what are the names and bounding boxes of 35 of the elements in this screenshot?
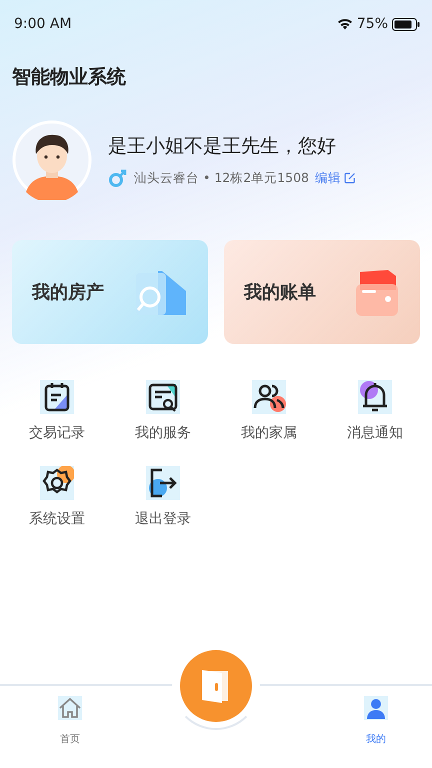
- gear-icon: [40, 466, 74, 500]
- card-button[interactable]: 我的账单: [224, 240, 420, 344]
- menu-label: 交易记录: [29, 424, 85, 442]
- address-text: 汕头云睿台 • 12栋2单元1508: [134, 170, 309, 186]
- battery-level: 75%: [356, 16, 388, 32]
- menu-label: 退出登录: [135, 510, 191, 528]
- status-time: 9:00 AM: [14, 16, 72, 32]
- card-title: 我的账单: [244, 281, 316, 304]
- battery-icon: [392, 18, 420, 30]
- greeting-text: 是王小姐不是王先生，您好: [108, 134, 337, 159]
- menu-item[interactable]: 系统设置: [4, 466, 110, 528]
- people-icon: [252, 380, 286, 414]
- menu-label: 我的家属: [241, 424, 297, 442]
- menu-item[interactable]: 我的服务: [110, 380, 216, 442]
- menu-item[interactable]: 我的家属: [216, 380, 322, 442]
- home-icon: [58, 696, 82, 720]
- menu-item[interactable]: 交易记录: [4, 380, 110, 442]
- bell-icon: [358, 380, 392, 414]
- menu-label: 消息通知: [347, 424, 403, 442]
- document-wrench-icon: [146, 380, 180, 414]
- menu-item[interactable]: 消息通知: [322, 380, 428, 442]
- app-title: 智能物业系统: [12, 65, 127, 90]
- male-icon: [108, 169, 128, 187]
- menu-label: 我的服务: [135, 424, 191, 442]
- edit-icon: [344, 172, 356, 184]
- calendar-icon: [40, 380, 74, 414]
- menu-item[interactable]: 退出登录: [110, 466, 216, 528]
- tab-item[interactable]: 我的: [364, 696, 388, 756]
- logout-icon: [146, 466, 180, 500]
- wifi-icon: [336, 18, 353, 30]
- tab-item[interactable]: 首页: [58, 696, 82, 756]
- card-title: 我的房产: [32, 281, 104, 304]
- card-button[interactable]: 我的房产: [12, 240, 208, 344]
- user-icon: [364, 696, 388, 720]
- menu-label: 系统设置: [29, 510, 85, 528]
